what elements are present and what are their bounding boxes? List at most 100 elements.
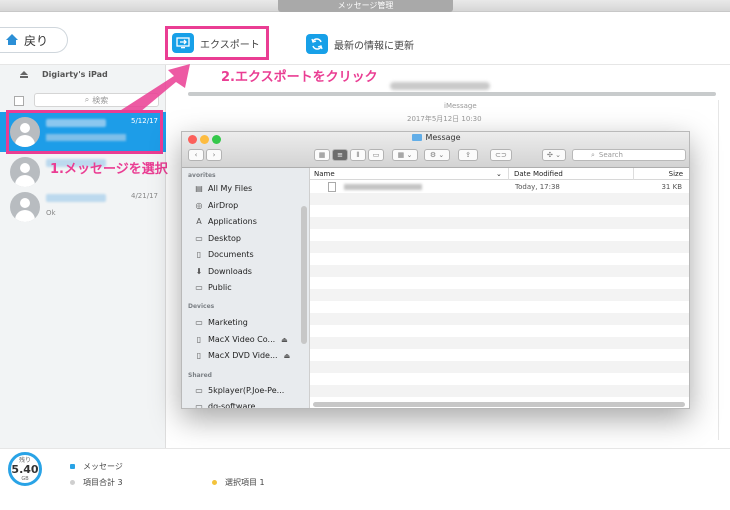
column-date-modified[interactable]: Date Modified — [514, 170, 563, 178]
file-icon — [328, 182, 336, 192]
empty-row — [310, 313, 689, 325]
sidebar-item-all-my-files[interactable]: ▤ All My Files — [194, 184, 252, 193]
empty-row — [310, 241, 689, 253]
downloads-icon: ⬇ — [195, 267, 203, 276]
file-list-header: Name ⌄ Date Modified Size — [310, 168, 689, 180]
applications-icon: A — [196, 217, 202, 226]
column-view-button[interactable]: ⫴ — [350, 149, 366, 161]
finder-titlebar: Message ‹ › ▦ ≡ ⫴ ▭ ▦ ⌄ ⚙ ⌄ ⇪ ⊂⊃ ✣ ⌄ ⌕ S… — [182, 132, 689, 168]
empty-row — [310, 325, 689, 337]
sidebar-item-public[interactable]: ▭ Public — [194, 283, 231, 292]
search-icon: ⌕ — [591, 150, 595, 159]
empty-row — [310, 205, 689, 217]
favorites-header: avorites — [188, 172, 216, 179]
documents-icon: ▯ — [196, 250, 202, 259]
sidebar-item-macx-video[interactable]: ▯ MacX Video Co... ⏏ — [194, 335, 288, 344]
share-icon[interactable]: ⇪ — [458, 149, 478, 161]
finder-sidebar-scrollbar[interactable] — [301, 206, 307, 344]
export-icon — [172, 33, 194, 53]
empty-row — [310, 289, 689, 301]
sort-chevron-icon: ⌄ — [496, 170, 502, 178]
legend-swatch — [70, 480, 75, 485]
refresh-button-label: 最新の情報に更新 — [334, 40, 414, 52]
sidebar-item-desktop[interactable]: ▭ Desktop — [194, 234, 241, 243]
sidebar-item-macx-dvd[interactable]: ▯ MacX DVD Vide... ⏏ — [194, 351, 290, 360]
column-size[interactable]: Size — [669, 170, 683, 178]
eject-icon[interactable]: ⏏ — [281, 336, 288, 344]
table-row[interactable]: Today, 17:38 31 KB — [310, 181, 689, 193]
empty-row — [310, 373, 689, 385]
sidebar-item-marketing[interactable]: ▭ Marketing — [194, 318, 248, 327]
gear-icon[interactable]: ⚙ ⌄ — [424, 149, 450, 161]
folder-icon — [412, 134, 423, 141]
device-header: Digiarty's iPad — [20, 70, 108, 79]
column-divider — [508, 168, 509, 180]
dropbox-icon[interactable]: ✣ ⌄ — [542, 149, 566, 161]
contact-name-redacted — [46, 194, 106, 202]
legend-messages: メッセージ — [70, 461, 123, 472]
export-button[interactable]: エクスポート — [165, 26, 269, 60]
window-titlebar: メッセージ管理 — [0, 0, 730, 12]
device-name: Digiarty's iPad — [42, 70, 108, 79]
finder-window: Message ‹ › ▦ ≡ ⫴ ▭ ▦ ⌄ ⚙ ⌄ ⇪ ⊂⊃ ✣ ⌄ ⌕ S… — [181, 131, 690, 409]
devices-header: Devices — [188, 303, 215, 310]
sidebar-item-dg-software[interactable]: ▭ dg-software — [194, 402, 255, 409]
column-name[interactable]: Name — [314, 170, 335, 178]
storage-value: 5.40 — [11, 462, 39, 476]
file-size: 31 KB — [661, 183, 682, 191]
annotation-step1: 1.メッセージを選択 — [50, 162, 168, 177]
empty-row — [310, 385, 689, 397]
annotation-highlight-message — [6, 110, 163, 154]
home-icon — [6, 34, 18, 46]
status-footer: 残り 5.40 GB メッセージ 項目合計 3 選択項目 1 — [0, 448, 730, 510]
finder-search-input[interactable]: ⌕ Search — [572, 149, 686, 161]
legend-swatch — [70, 464, 75, 469]
all-files-icon: ▤ — [195, 184, 203, 193]
sidebar-item-applications[interactable]: A Applications — [194, 217, 257, 226]
list-item[interactable]: 4/21/17 Ok — [0, 187, 166, 227]
sidebar-item-documents[interactable]: ▯ Documents — [194, 250, 254, 259]
avatar — [10, 192, 40, 222]
back-nav-button[interactable]: ‹ — [188, 149, 204, 161]
disk-icon: ▯ — [196, 351, 202, 360]
legend-total-items: 項目合計 3 — [70, 477, 123, 488]
empty-row — [310, 277, 689, 289]
finder-title: Message — [182, 133, 689, 142]
drive-icon: ▭ — [195, 318, 203, 327]
empty-row — [310, 337, 689, 349]
coverflow-view-button[interactable]: ▭ — [368, 149, 384, 161]
sidebar-item-airdrop[interactable]: ◎ AirDrop — [194, 201, 239, 210]
empty-row — [310, 253, 689, 265]
shared-header: Shared — [188, 372, 212, 379]
sidebar-item-5kplayer[interactable]: ▭ 5kplayer(P.Joe-Pe... — [194, 386, 284, 395]
conversation-contact-redacted — [390, 82, 490, 90]
forward-nav-button[interactable]: › — [206, 149, 222, 161]
legend-selected-items: 選択項目 1 — [212, 477, 265, 488]
eject-icon[interactable]: ⏏ — [284, 352, 291, 360]
list-view-button[interactable]: ≡ — [332, 149, 348, 161]
refresh-button[interactable]: 最新の情報に更新 — [306, 34, 414, 54]
message-preview: Ok — [46, 209, 56, 217]
storage-unit: GB — [21, 475, 29, 482]
empty-row — [310, 193, 689, 205]
disk-icon: ▯ — [196, 335, 202, 344]
avatar — [10, 157, 40, 187]
eject-icon[interactable] — [20, 70, 28, 79]
empty-row — [310, 301, 689, 313]
empty-row — [310, 361, 689, 373]
back-button[interactable]: 戻り — [0, 27, 68, 53]
conversation-header-bar — [188, 92, 716, 96]
finder-sidebar: avorites ▤ All My Files ◎ AirDrop A Applica… — [182, 168, 310, 409]
window-title: メッセージ管理 — [278, 0, 453, 12]
column-divider — [633, 168, 634, 180]
sidebar-item-downloads[interactable]: ⬇ Downloads — [194, 267, 252, 276]
conversation-scrollbar[interactable] — [718, 100, 719, 440]
airdrop-icon: ◎ — [195, 201, 203, 210]
tag-icon[interactable]: ⊂⊃ — [490, 149, 512, 161]
file-date: Today, 17:38 — [515, 183, 560, 191]
network-computer-icon: ▭ — [195, 402, 203, 409]
message-date: 4/21/17 — [131, 192, 158, 200]
finder-horizontal-scrollbar[interactable] — [313, 402, 685, 407]
arrange-button[interactable]: ▦ ⌄ — [392, 149, 418, 161]
icon-view-button[interactable]: ▦ — [314, 149, 330, 161]
